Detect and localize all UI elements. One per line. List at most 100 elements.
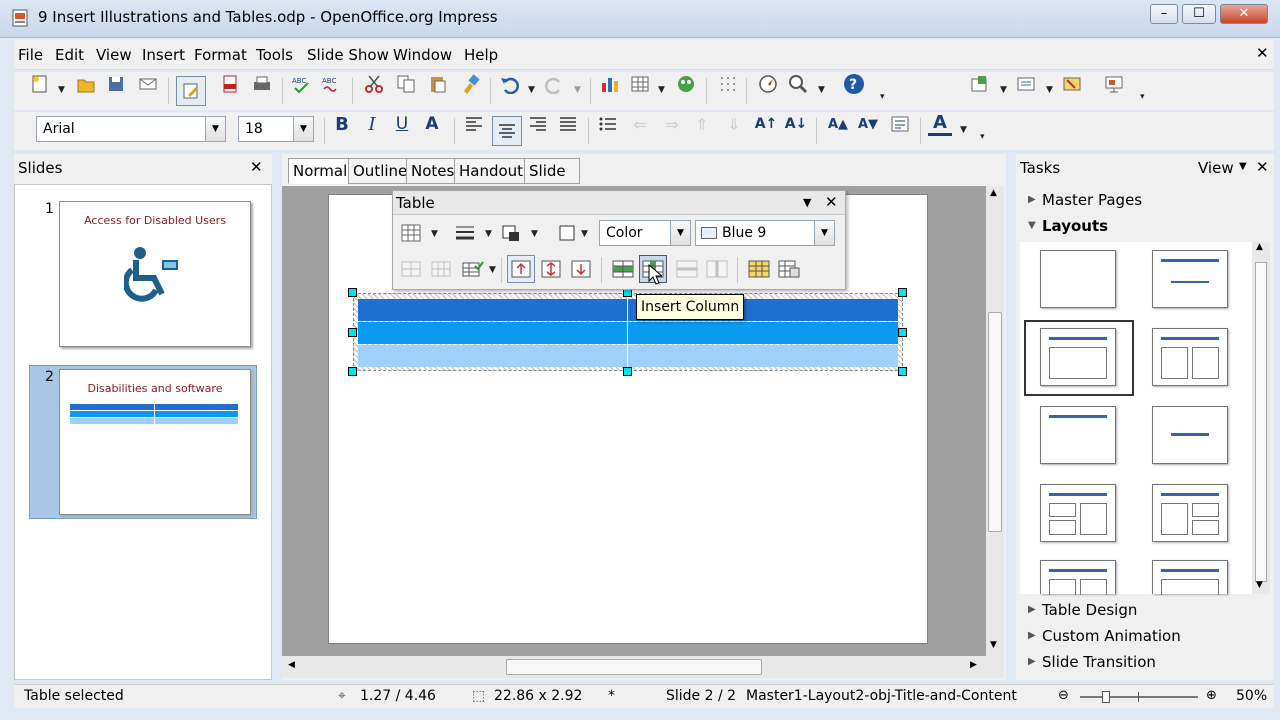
resize-handle[interactable] xyxy=(898,288,907,297)
table-row[interactable] xyxy=(358,345,898,367)
bold-icon[interactable]: B xyxy=(330,112,354,136)
italic-icon[interactable]: I xyxy=(360,112,384,136)
new-document-icon[interactable] xyxy=(28,72,52,96)
border-style-icon[interactable] xyxy=(453,221,477,245)
slide-show-icon[interactable] xyxy=(1102,72,1126,96)
menu-tools[interactable]: Tools xyxy=(256,46,293,64)
chart-icon[interactable] xyxy=(598,72,622,96)
export-pdf-icon[interactable] xyxy=(218,72,242,96)
horizontal-scrollbar[interactable]: ◀ ▶ xyxy=(282,656,1004,678)
slide-layout-icon[interactable] xyxy=(1014,72,1038,96)
minimize-button[interactable]: – xyxy=(1150,4,1178,24)
slide-thumbnail-1[interactable]: Access for Disabled Users xyxy=(59,201,251,347)
resize-handle[interactable] xyxy=(348,288,357,297)
menu-slide-show[interactable]: Slide Show xyxy=(307,46,389,64)
zoom-icon[interactable] xyxy=(786,72,810,96)
decrease-font-icon[interactable]: A▼ xyxy=(856,112,880,136)
table-properties-icon[interactable] xyxy=(777,257,801,281)
resize-handle[interactable] xyxy=(898,367,907,376)
resize-handle[interactable] xyxy=(623,367,632,376)
merge-cells-icon[interactable] xyxy=(399,257,423,281)
section-table-design[interactable]: ▶ Table Design xyxy=(1022,598,1268,622)
border-color-icon[interactable] xyxy=(499,221,523,245)
chevron-down-icon[interactable]: ▼ xyxy=(814,221,834,245)
zoom-in-icon[interactable]: ⊕ xyxy=(1206,688,1217,703)
table-icon[interactable] xyxy=(399,221,423,245)
help-icon[interactable]: ? xyxy=(842,72,866,96)
layout-title-content-selected[interactable] xyxy=(1040,328,1116,386)
slide-design-icon[interactable] xyxy=(1060,72,1084,96)
close-icon[interactable]: ✕ xyxy=(250,158,263,176)
chevron-down-icon[interactable]: ▼ xyxy=(205,117,225,141)
menu-format[interactable]: Format xyxy=(194,46,247,64)
print-icon[interactable] xyxy=(250,72,274,96)
scroll-thumb[interactable] xyxy=(506,659,762,675)
promote-icon[interactable]: ⇐ xyxy=(628,112,652,136)
center-vertically-icon[interactable] xyxy=(539,257,563,281)
section-layouts[interactable]: ▼ Layouts xyxy=(1022,214,1268,238)
chevron-down-icon[interactable]: ▼ xyxy=(1239,161,1247,172)
zoom-slider[interactable] xyxy=(1080,696,1198,698)
paste-icon[interactable] xyxy=(426,72,450,96)
status-zoom[interactable]: 50% xyxy=(1236,688,1267,704)
increase-spacing-icon[interactable]: A↑ xyxy=(754,112,778,136)
grid-icon[interactable] xyxy=(716,72,740,96)
align-center-icon[interactable] xyxy=(492,116,522,146)
increase-font-icon[interactable]: A▲ xyxy=(826,112,850,136)
tab-notes[interactable]: Notes xyxy=(406,158,460,184)
move-up-icon[interactable]: ⇑ xyxy=(690,112,714,136)
optimize-icon[interactable] xyxy=(461,257,485,281)
close-icon[interactable]: ✕ xyxy=(825,193,838,211)
decrease-spacing-icon[interactable]: A↓ xyxy=(784,112,808,136)
layouts-scrollbar[interactable]: ▲ ▼ xyxy=(1252,242,1270,594)
slide-thumbnail-2[interactable]: Disabilities and software xyxy=(59,369,251,515)
menu-view[interactable]: View xyxy=(96,46,132,64)
align-top-icon[interactable] xyxy=(507,255,535,283)
table-design-icon[interactable] xyxy=(747,257,771,281)
slide-icon[interactable] xyxy=(968,72,992,96)
layout-centered-text[interactable] xyxy=(1152,406,1228,464)
split-cells-icon[interactable] xyxy=(429,257,453,281)
open-icon[interactable] xyxy=(74,72,98,96)
autospellcheck-icon[interactable]: ABC xyxy=(320,72,344,96)
layout-title-content[interactable] xyxy=(1152,250,1228,308)
clone-formatting-icon[interactable] xyxy=(458,72,482,96)
close-window-button[interactable]: ✕ xyxy=(1220,4,1268,24)
insert-row-icon[interactable] xyxy=(611,257,635,281)
undo-icon[interactable] xyxy=(498,72,522,96)
delete-column-icon[interactable] xyxy=(705,257,729,281)
section-custom-animation[interactable]: ▶ Custom Animation xyxy=(1022,624,1268,648)
view-menu-button[interactable]: View xyxy=(1198,159,1234,177)
layout-title-content-over[interactable] xyxy=(1152,560,1228,595)
underline-icon[interactable]: U xyxy=(390,112,414,136)
tab-normal[interactable]: Normal xyxy=(288,158,353,184)
layout-title-content-two[interactable] xyxy=(1040,484,1116,542)
font-size-combo[interactable]: 18 ▼ xyxy=(238,116,314,142)
close-icon[interactable]: ✕ xyxy=(1256,158,1269,176)
table-row[interactable] xyxy=(358,299,898,321)
font-color-icon[interactable]: A xyxy=(928,112,952,136)
borders-icon[interactable] xyxy=(555,221,579,245)
maximize-button[interactable]: ☐ xyxy=(1182,4,1216,24)
font-name-combo[interactable]: Arial ▼ xyxy=(36,116,226,142)
menu-window[interactable]: Window xyxy=(393,46,452,64)
bullets-icon[interactable] xyxy=(596,112,620,136)
layout-blank[interactable] xyxy=(1040,250,1116,308)
chevron-down-icon[interactable]: ▼ xyxy=(293,117,313,141)
redo-icon[interactable] xyxy=(542,72,566,96)
align-right-icon[interactable] xyxy=(526,112,550,136)
menu-help[interactable]: Help xyxy=(464,46,498,64)
layout-title-only[interactable] xyxy=(1040,406,1116,464)
scroll-thumb[interactable] xyxy=(1255,262,1267,582)
email-icon[interactable] xyxy=(136,72,160,96)
resize-handle[interactable] xyxy=(348,328,357,337)
shadow-icon[interactable]: A xyxy=(420,112,444,136)
navigator-icon[interactable] xyxy=(756,72,780,96)
justify-icon[interactable] xyxy=(556,112,580,136)
layout-title-two-content-over[interactable] xyxy=(1040,560,1116,595)
tab-handout[interactable]: Handout xyxy=(454,158,529,184)
menu-file[interactable]: File xyxy=(18,46,43,64)
table-icon[interactable] xyxy=(628,72,652,96)
section-master-pages[interactable]: ▶ Master Pages xyxy=(1022,188,1268,212)
chevron-down-icon[interactable]: ▼ xyxy=(670,221,690,245)
